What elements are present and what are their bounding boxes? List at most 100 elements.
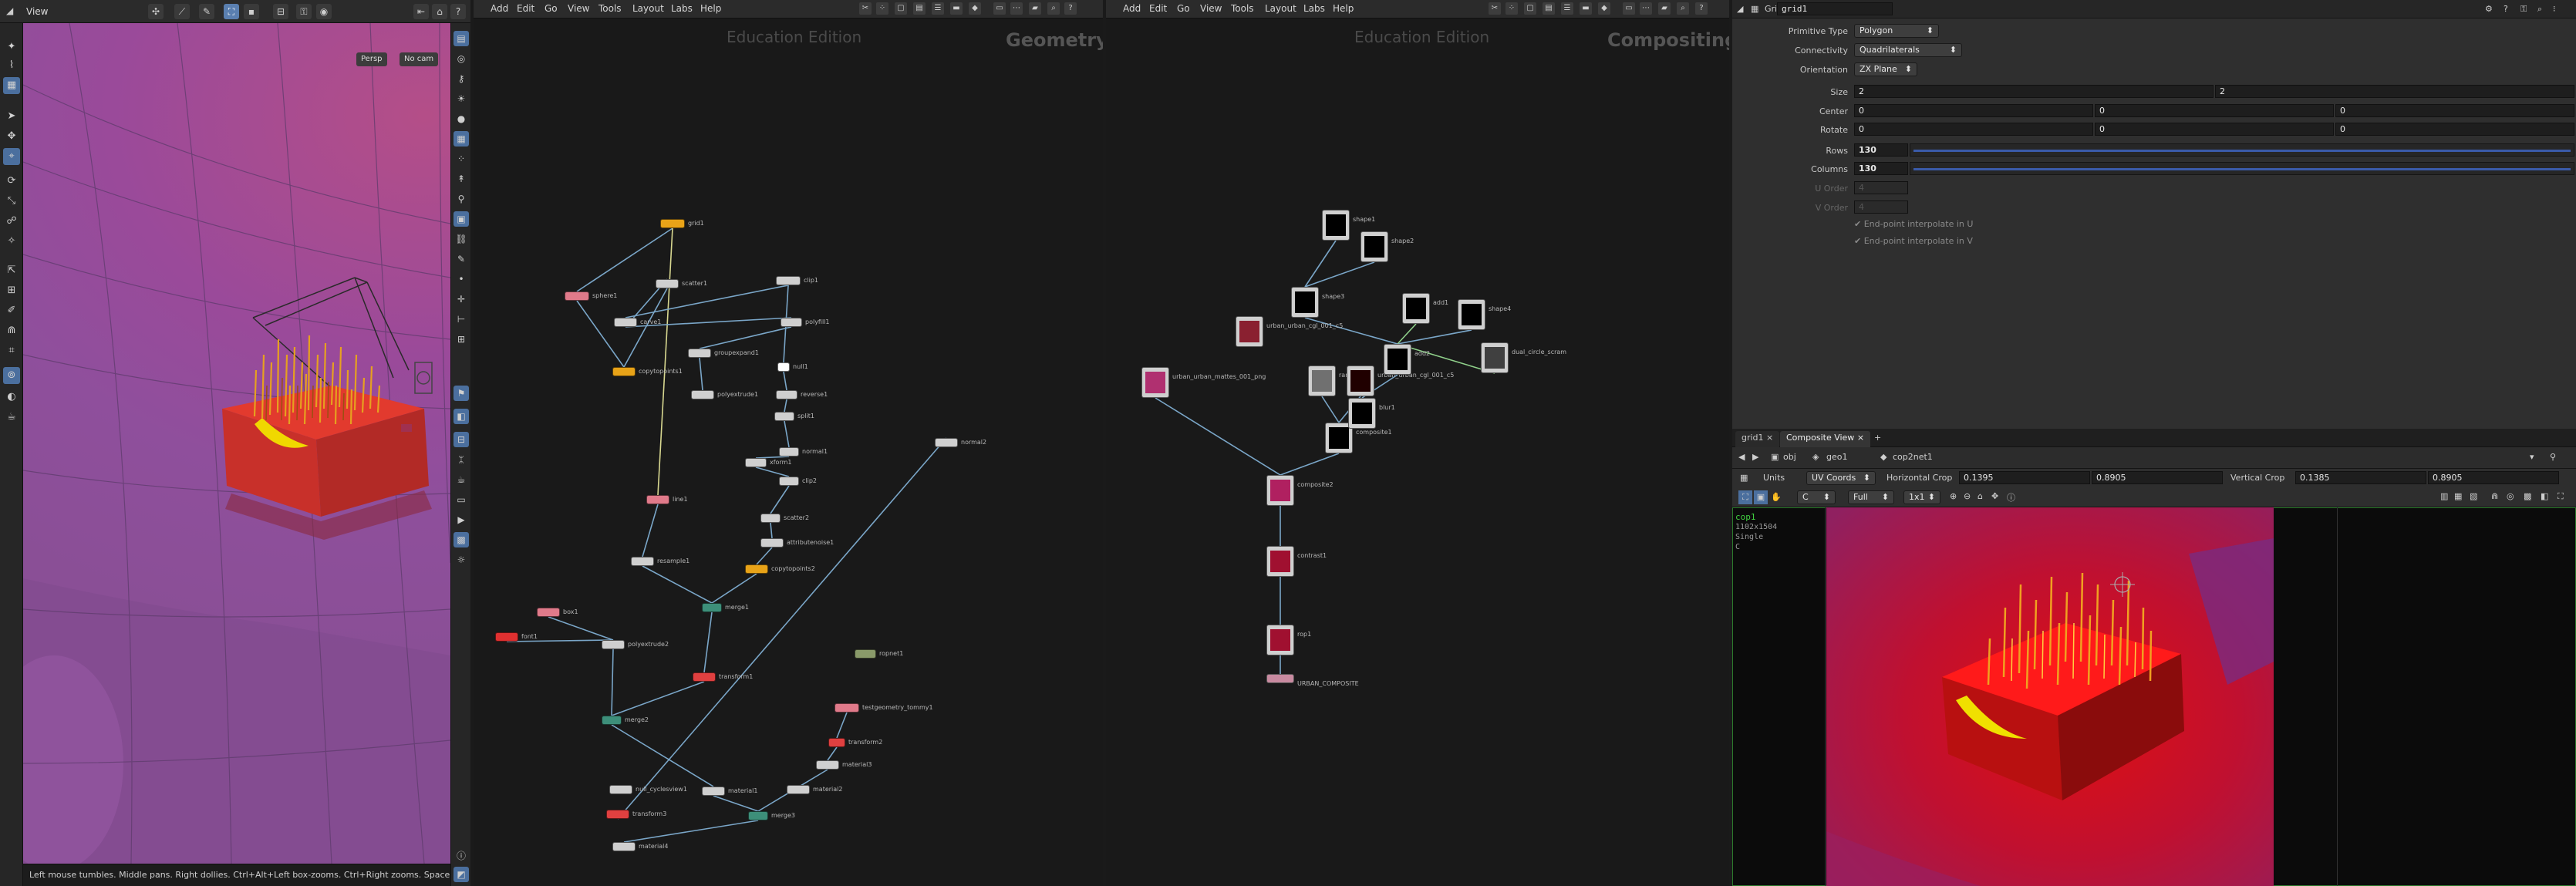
vertical-crop-min[interactable]: 0.1385	[2295, 471, 2426, 484]
viewport-scene[interactable]: Persp No cam	[23, 23, 450, 864]
horizontal-crop-max[interactable]: 0.8905	[2092, 471, 2223, 484]
geo-node-null1[interactable]	[777, 362, 790, 372]
link-icon[interactable]: ⛓	[453, 231, 469, 247]
geo-node-line1[interactable]	[646, 495, 669, 504]
columns-slider[interactable]	[1910, 162, 2574, 175]
dot-icon[interactable]: •	[453, 271, 469, 287]
checker-icon[interactable]: ▩	[2524, 491, 2531, 501]
ghost-icon[interactable]: ◎	[2507, 491, 2514, 501]
select-tool-icon[interactable]: ✦	[3, 39, 20, 56]
geo-node-font1[interactable]	[495, 632, 518, 642]
split-view-icon[interactable]: ⊟	[453, 432, 469, 447]
compositing-network-pane[interactable]: Add Edit Go View Tools Layout Labs Help …	[1106, 0, 1729, 886]
close-icon[interactable]: ×	[1857, 433, 1864, 443]
teapot-tool-icon[interactable]: ☕	[3, 409, 20, 426]
geo-node-xform1[interactable]	[745, 458, 767, 467]
forward-icon[interactable]: ▶	[1752, 452, 1758, 462]
tab-composite-view[interactable]: Composite View ×	[1780, 431, 1871, 447]
measure-icon[interactable]: ⊢	[453, 312, 469, 327]
split-icon[interactable]: ◧	[2541, 491, 2548, 501]
info-icon[interactable]: ⓘ	[453, 848, 469, 864]
geo-node-null_cyclesview1[interactable]	[609, 785, 632, 794]
rotate-z-field[interactable]: 0	[2335, 123, 2574, 136]
lock-icon[interactable]: ⚿	[296, 4, 312, 19]
handle-tool-icon[interactable]: ⌖	[3, 148, 20, 165]
fullscreen-icon[interactable]: ⛶	[2557, 491, 2564, 502]
pane-menu-icon[interactable]: ◢	[6, 5, 13, 16]
composite-image-viewer[interactable]: cop1 1102x1504 Single C	[1732, 507, 2576, 886]
view-camera-icon[interactable]: ◩	[453, 867, 469, 882]
search-icon[interactable]: ⌕	[2537, 4, 2542, 15]
geo-node-ropnet1[interactable]	[855, 649, 876, 659]
help-icon[interactable]: ?	[2504, 4, 2508, 14]
geo-node-transform3[interactable]	[606, 810, 629, 819]
safe-area-icon[interactable]: ▭	[453, 492, 469, 507]
gear-icon[interactable]: ⚙	[2485, 4, 2493, 14]
center-icon[interactable]: ✥	[1991, 491, 1998, 501]
snap-icon[interactable]: ✣	[148, 4, 164, 19]
geo-node-polyfill1[interactable]	[781, 318, 802, 327]
primitive-type-menu[interactable]: Polygon ⬍	[1854, 24, 1939, 38]
grid-toggle-icon[interactable]: ⊞	[453, 332, 469, 347]
headlight-icon[interactable]: ☼	[453, 552, 469, 568]
cop-node-urban_urban_cgl_001_c5[interactable]	[1347, 366, 1374, 396]
geo-node-split1[interactable]	[774, 412, 794, 421]
cop-node-add2[interactable]	[1384, 344, 1411, 375]
geo-node-merge2[interactable]	[602, 716, 622, 725]
orientation-menu[interactable]: ZX Plane ⬍	[1854, 62, 1917, 76]
persp-menu[interactable]: Persp	[356, 52, 387, 66]
hand-icon[interactable]: ✋	[1769, 490, 1783, 504]
lock-icon[interactable]: ⚿	[2520, 4, 2527, 15]
lock-camera-icon[interactable]: ⚷	[453, 71, 469, 86]
size-y-field[interactable]: 2	[2215, 85, 2574, 98]
geo-node-material3[interactable]	[816, 760, 839, 770]
normals-icon[interactable]: ↟	[453, 171, 469, 187]
pane-menu-icon[interactable]: ◢	[1737, 4, 1743, 14]
render-tool-icon[interactable]: ◐	[3, 389, 20, 406]
path-cop2net1[interactable]: cop2net1	[1893, 452, 1933, 462]
geo-node-merge3[interactable]	[748, 811, 768, 820]
back-icon[interactable]: ◀	[1738, 452, 1745, 462]
wireframe-icon[interactable]: ▦	[453, 131, 469, 147]
cop-node-urban_urban_mattes_001_png[interactable]	[1141, 367, 1169, 398]
cop-node-blur1[interactable]	[1348, 398, 1376, 429]
info-icon[interactable]: ⓘ	[2007, 491, 2015, 504]
geo-node-sphere1[interactable]	[565, 291, 589, 301]
select-mode-icon[interactable]: ⛶	[224, 4, 239, 19]
cop-node-rop1[interactable]	[1266, 625, 1294, 655]
brush-icon[interactable]: ✎	[199, 4, 214, 19]
units-menu[interactable]: UV Coords ⬍	[1806, 471, 1876, 485]
center-z-field[interactable]: 0	[2335, 104, 2574, 117]
horizontal-crop-min[interactable]: 0.1395	[1959, 471, 2090, 484]
geo-node-normal2[interactable]	[935, 438, 958, 447]
home-icon[interactable]: ⌂	[1978, 491, 1983, 501]
geo-node-material2[interactable]	[787, 785, 810, 794]
brush-tool-icon[interactable]: ✐	[3, 302, 20, 319]
camera-tool-icon[interactable]: ⊚	[3, 367, 20, 384]
rotate-y-field[interactable]: 0	[2095, 123, 2334, 136]
size-x-field[interactable]: 2	[1854, 85, 2214, 98]
zoom-in-icon[interactable]: ⊕	[1950, 491, 1957, 501]
end-v-checkbox[interactable]: ✔ End-point interpolate in V	[1854, 236, 1973, 246]
magnet-icon[interactable]: ⋒	[2491, 491, 2498, 501]
collapse-icon[interactable]: ⇤	[413, 4, 429, 19]
geo-node-clip1[interactable]	[776, 276, 801, 285]
connectivity-menu[interactable]: Quadrilaterals ⬍	[1854, 43, 1962, 57]
cop-node-shape4[interactable]	[1458, 299, 1485, 330]
close-icon[interactable]: ×	[1766, 433, 1773, 443]
light-icon[interactable]: ☀	[453, 91, 469, 106]
background-icon[interactable]: ▣	[453, 211, 469, 227]
rotate-tool-icon[interactable]: ⟳	[3, 173, 20, 190]
vertical-crop-max[interactable]: 0.8905	[2428, 471, 2559, 484]
paint-icon[interactable]: ✎	[453, 251, 469, 267]
geo-node-transform1[interactable]	[693, 672, 716, 682]
columns-field[interactable]: 130	[1854, 162, 1908, 175]
help-icon[interactable]: ?	[450, 4, 466, 19]
path-menu-icon[interactable]: ▾	[2530, 452, 2534, 462]
pose-icon[interactable]: ⟋	[174, 4, 190, 19]
geo-node-grid1[interactable]	[660, 219, 685, 228]
geo-node-transform2[interactable]	[828, 738, 845, 747]
mask-icon[interactable]: ▧	[2470, 491, 2477, 501]
geo-node-scatter2[interactable]	[760, 514, 781, 523]
camera-menu[interactable]: No cam	[400, 52, 439, 66]
